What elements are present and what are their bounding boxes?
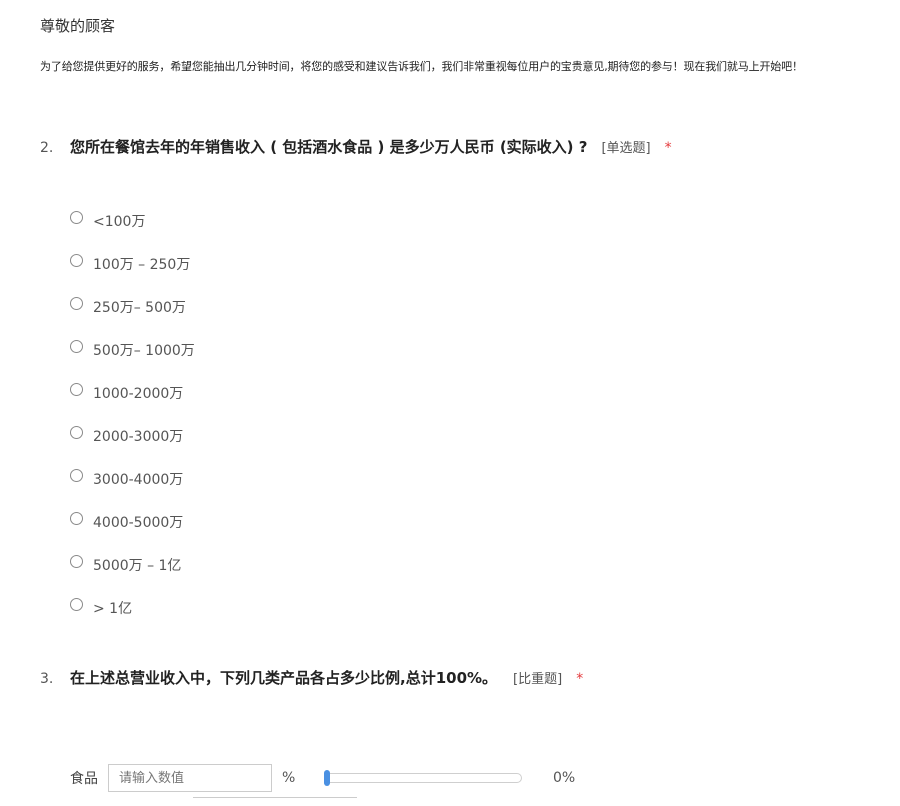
- radio-button[interactable]: [70, 469, 83, 482]
- radio-button[interactable]: [70, 297, 83, 310]
- question-title: 在上述总营业收入中，下列几类产品各占多少比例,总计100%。: [70, 669, 498, 687]
- option-label: 500万– 1000万: [93, 342, 195, 359]
- percent-unit: %: [282, 770, 296, 786]
- ratio-value-input[interactable]: [108, 764, 272, 792]
- option-label: 2000-3000万: [93, 428, 184, 445]
- question-type-tag: [比重题]: [513, 672, 563, 687]
- ratio-row-food: 食品 % 0%: [70, 764, 575, 792]
- radio-button[interactable]: [70, 426, 83, 439]
- option-5[interactable]: 1000-2000万: [70, 371, 195, 414]
- greeting: 尊敬的顾客: [40, 17, 116, 35]
- question-3-header: 3. 在上述总营业收入中，下列几类产品各占多少比例,总计100%。 [比重题] …: [40, 667, 583, 688]
- survey-intro: 为了给您提供更好的服务，希望您能抽出几分钟时间，将您的感受和建议告诉我们，我们非…: [40, 60, 803, 73]
- next-ratio-input[interactable]: [193, 797, 357, 806]
- option-1[interactable]: <100万: [70, 199, 195, 242]
- question-2-header: 2. 您所在餐馆去年的年销售收入 ( 包括酒水食品 ) 是多少万人民币 (实际收…: [40, 136, 672, 157]
- option-label: 1000-2000万: [93, 385, 184, 402]
- radio-button[interactable]: [70, 512, 83, 525]
- radio-button[interactable]: [70, 555, 83, 568]
- radio-button[interactable]: [70, 340, 83, 353]
- radio-button[interactable]: [70, 211, 83, 224]
- option-3[interactable]: 250万– 500万: [70, 285, 195, 328]
- option-9[interactable]: 5000万 – 1亿: [70, 543, 195, 586]
- option-label: 100万 – 250万: [93, 256, 191, 273]
- required-mark: *: [664, 140, 672, 156]
- option-7[interactable]: 3000-4000万: [70, 457, 195, 500]
- question-2-options: <100万 100万 – 250万 250万– 500万 500万– 1000万…: [70, 199, 195, 629]
- option-label: 250万– 500万: [93, 299, 186, 316]
- radio-button[interactable]: [70, 254, 83, 267]
- option-label: > 1亿: [93, 600, 133, 617]
- ratio-percent-value: 0%: [553, 770, 576, 786]
- option-10[interactable]: > 1亿: [70, 586, 195, 629]
- slider-handle[interactable]: [324, 770, 330, 786]
- ratio-label: 食品: [70, 771, 98, 787]
- question-number: 2.: [40, 140, 54, 156]
- option-4[interactable]: 500万– 1000万: [70, 328, 195, 371]
- option-label: 4000-5000万: [93, 514, 184, 531]
- option-2[interactable]: 100万 – 250万: [70, 242, 195, 285]
- option-label: <100万: [93, 213, 146, 230]
- required-mark: *: [576, 671, 584, 687]
- radio-button[interactable]: [70, 598, 83, 611]
- option-label: 3000-4000万: [93, 471, 184, 488]
- radio-button[interactable]: [70, 383, 83, 396]
- option-6[interactable]: 2000-3000万: [70, 414, 195, 457]
- option-8[interactable]: 4000-5000万: [70, 500, 195, 543]
- option-label: 5000万 – 1亿: [93, 557, 182, 574]
- question-title: 您所在餐馆去年的年销售收入 ( 包括酒水食品 ) 是多少万人民币 (实际收入) …: [70, 138, 588, 156]
- question-number: 3.: [40, 671, 54, 687]
- ratio-slider[interactable]: [324, 770, 522, 786]
- question-type-tag: [单选题]: [601, 141, 651, 156]
